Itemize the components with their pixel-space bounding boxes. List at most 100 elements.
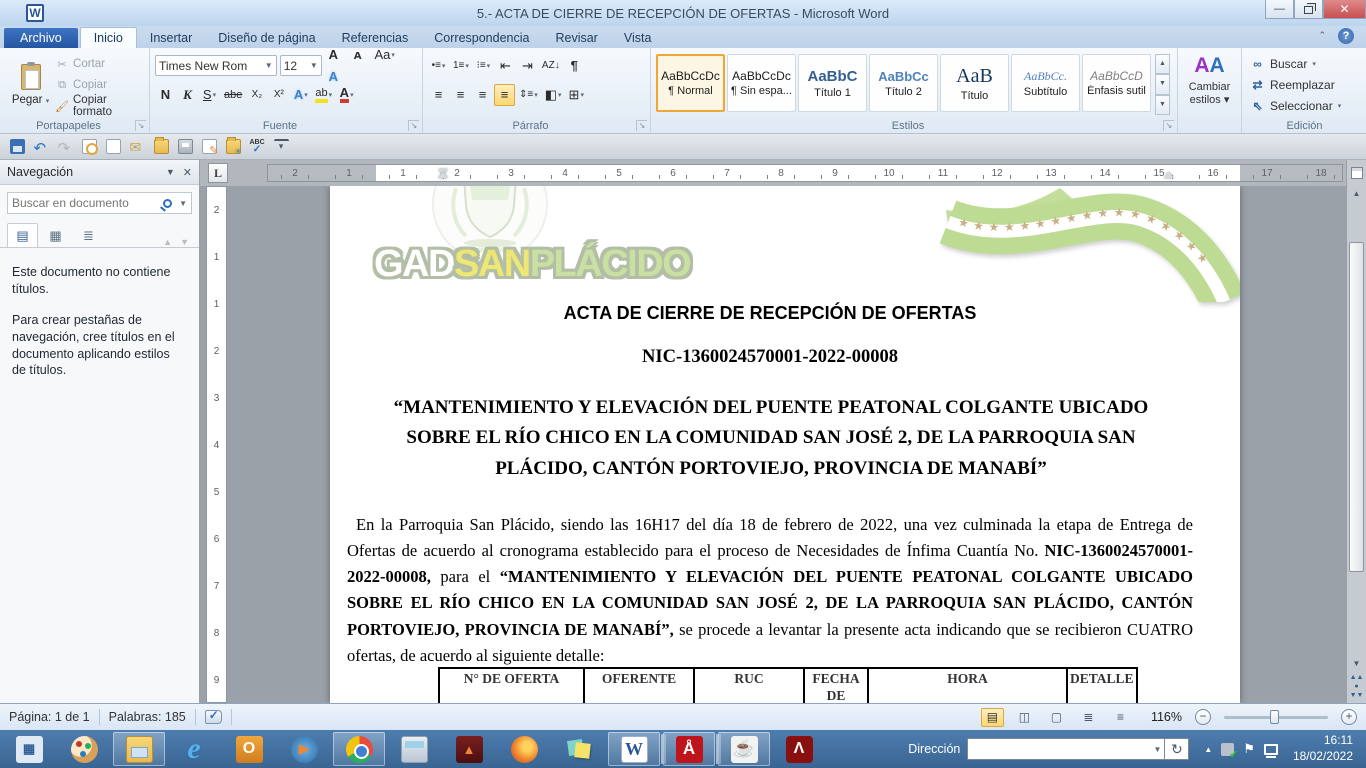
open-button[interactable] [152, 138, 170, 156]
scroll-down-icon[interactable]: ▼ [1347, 656, 1366, 672]
style-no-spacing[interactable]: AaBbCcDc ¶ Sin espa... [727, 54, 796, 112]
fullscreen-reading-view-button[interactable]: ◫ [1013, 708, 1036, 727]
change-styles-button[interactable]: AA Cambiarestilos ▾ [1178, 48, 1242, 133]
mail-attachment-button[interactable]: ✉ [128, 138, 146, 156]
hidden-icons-chevron[interactable]: ▲ [1204, 745, 1212, 754]
superscript-button[interactable]: X² [268, 84, 289, 106]
next-heading-icon[interactable]: ▼ [177, 237, 192, 247]
style-heading-1[interactable]: AaBbC Título 1 [798, 54, 867, 112]
decrease-indent-button[interactable]: ⇤ [495, 55, 516, 77]
format-painter-button[interactable]: 🖌Copiar formato [55, 97, 147, 115]
ribbon-tab[interactable]: Correspondencia [421, 28, 542, 48]
previous-page-icon[interactable]: ▲▲ [1350, 674, 1364, 682]
taskbar-calculator-icon[interactable]: ▦ [3, 732, 55, 766]
ribbon-tab[interactable]: Vista [611, 28, 665, 48]
taskbar-explorer-icon[interactable] [113, 732, 165, 766]
paste-button[interactable]: Pegar ▾ [8, 53, 53, 117]
font-size-combo[interactable]: 12▼ [280, 55, 322, 76]
hanging-indent-marker[interactable] [438, 172, 448, 178]
numbering-button[interactable]: 1≡▾ [450, 55, 472, 77]
print-button[interactable] [176, 138, 194, 156]
horizontal-ruler[interactable]: 21 12345678910111213141516 1718 [267, 164, 1343, 182]
minimize-ribbon-icon[interactable]: ⌃ [1318, 30, 1326, 41]
outline-view-button[interactable]: ≣ [1077, 708, 1100, 727]
select-button[interactable]: ⇖ Seleccionar ▾ [1250, 97, 1366, 115]
navigation-pane-menu-icon[interactable]: ▼ [166, 167, 175, 177]
taskbar-clock[interactable]: 16:11 18/02/2022 [1293, 733, 1353, 764]
font-name-combo[interactable]: Times New Rom▼ [155, 55, 277, 76]
taskbar-red-a-app-icon[interactable]: Å [663, 732, 715, 766]
style-subtitle[interactable]: AaBbCc. Subtítulo [1011, 54, 1080, 112]
address-go-icon[interactable]: ↻ [1165, 738, 1189, 760]
bold-button[interactable]: N [155, 84, 176, 106]
taskbar-word-icon[interactable]: W [608, 732, 660, 766]
spelling-button[interactable]: ABC [248, 138, 266, 156]
strikethrough-button[interactable]: abe [221, 84, 245, 106]
ribbon-tab[interactable]: Inicio [80, 27, 137, 48]
scroll-up-icon[interactable]: ▲ [1347, 186, 1366, 202]
underline-button[interactable]: S▾ [199, 84, 220, 106]
page-count[interactable]: Página: 1 de 1 [9, 710, 90, 724]
web-layout-view-button[interactable]: ▢ [1045, 708, 1068, 727]
select-browse-object-icon[interactable]: ● [1354, 683, 1358, 691]
copy-button[interactable]: ⧉Copiar [55, 76, 147, 94]
search-options-icon[interactable]: ▼ [179, 199, 187, 208]
chevron-down-icon[interactable]: ▼ [1153, 745, 1161, 754]
highlight-button[interactable]: ab▾ [312, 84, 335, 106]
right-indent-marker[interactable] [1164, 172, 1174, 178]
style-heading-2[interactable]: AaBbCc Título 2 [869, 54, 938, 112]
print-preview-button[interactable] [80, 138, 98, 156]
shading-button[interactable]: ◧▾ [542, 84, 565, 106]
taskbar-java-icon[interactable]: ☕ [718, 732, 770, 766]
word-count[interactable]: Palabras: 185 [109, 710, 186, 724]
italic-button[interactable]: K [177, 84, 198, 106]
style-title[interactable]: AaB Título [940, 54, 1009, 112]
cut-button[interactable]: ✂Cortar [55, 55, 147, 73]
align-right-button[interactable]: ≡ [472, 84, 493, 106]
scrollbar-thumb[interactable] [1349, 242, 1364, 572]
taskbar-burn-icon[interactable]: ▲ [443, 732, 495, 766]
taskbar-media-player-icon[interactable] [278, 732, 330, 766]
network-icon[interactable] [1264, 744, 1278, 755]
grow-font-button[interactable]: A [323, 44, 344, 66]
nav-results-tab[interactable]: ≣ [73, 223, 104, 247]
search-icon[interactable] [163, 199, 172, 208]
new-document-button[interactable] [104, 138, 122, 156]
taskbar-outlook-icon[interactable]: O [223, 732, 275, 766]
taskbar-chrome-icon[interactable] [333, 732, 385, 766]
justify-button[interactable]: ≡ [494, 84, 515, 106]
save-button[interactable] [8, 138, 26, 156]
proofing-status-icon[interactable] [205, 710, 222, 724]
style-normal[interactable]: AaBbCcDc ¶ Normal [656, 54, 725, 112]
font-dialog-launcher[interactable]: ↘ [408, 120, 419, 131]
document-page[interactable]: GADSANPLÁCIDO ★★★★★★★★★★★★★★★★★ [330, 186, 1240, 703]
taskbar-sticky-notes-icon[interactable] [553, 732, 605, 766]
text-effects-button[interactable]: A▾ [290, 84, 311, 106]
vertical-ruler[interactable]: 21123456789 [206, 186, 227, 703]
undo-button[interactable]: ↶ [32, 138, 50, 156]
view-ruler-toggle[interactable] [1347, 160, 1366, 186]
zoom-out-button[interactable]: − [1195, 709, 1211, 725]
taskbar-internet-explorer-icon[interactable]: e [168, 732, 220, 766]
close-button[interactable]: ✕ [1323, 0, 1366, 19]
restore-button[interactable] [1294, 0, 1323, 19]
zoom-slider-thumb[interactable] [1270, 710, 1279, 724]
change-case-button[interactable]: Aa▾ [371, 44, 397, 66]
paragraph-dialog-launcher[interactable]: ↘ [636, 120, 647, 131]
line-spacing-button[interactable]: ⇕≡▾ [516, 84, 541, 106]
styles-more-icon[interactable]: ▼ [1155, 95, 1170, 115]
minimize-button[interactable]: — [1265, 0, 1294, 19]
draft-view-button[interactable]: ≡ [1109, 708, 1132, 727]
align-left-button[interactable]: ≡ [428, 84, 449, 106]
zoom-level[interactable]: 116% [1151, 710, 1182, 724]
navigation-pane-close-icon[interactable]: ✕ [183, 166, 192, 179]
qat-overflow-button[interactable]: ▾ [272, 138, 290, 156]
multilevel-list-button[interactable]: ⁝≡▾ [473, 55, 494, 77]
usb-device-icon[interactable] [1221, 743, 1234, 756]
taskbar-paint-icon[interactable] [58, 732, 110, 766]
align-center-button[interactable]: ≡ [450, 84, 471, 106]
styles-scroll-up-icon[interactable]: ▲ [1155, 54, 1170, 74]
search-input[interactable] [12, 196, 163, 210]
taskbar-firefox-icon[interactable] [498, 732, 550, 766]
nav-headings-tab[interactable]: ▤ [7, 223, 38, 247]
